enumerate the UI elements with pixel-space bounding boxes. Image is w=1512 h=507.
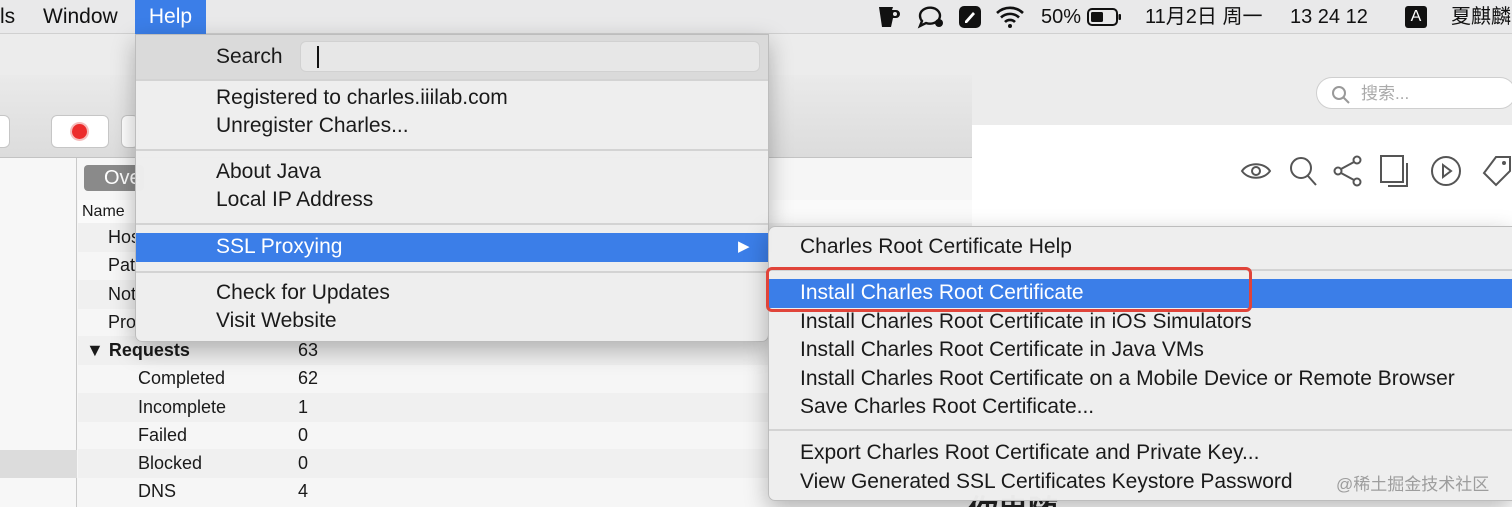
menu-item-local-ip[interactable]: Local IP Address — [136, 186, 768, 215]
battery-percent[interactable]: 50% — [1041, 0, 1081, 34]
menu-window[interactable]: Window — [43, 0, 118, 34]
tag-icon[interactable] — [1482, 155, 1512, 192]
annotation-highlight-box — [766, 267, 1252, 312]
submenu-item-root-cert-help[interactable]: Charles Root Certificate Help — [769, 233, 1512, 262]
user-name[interactable]: 夏麒麟 — [1451, 0, 1511, 34]
copy-icon[interactable] — [1380, 155, 1412, 192]
watermark: @稀土掘金技术社区 — [1336, 475, 1490, 494]
search-placeholder: 搜索... — [1361, 84, 1410, 103]
menu-item-ssl-proxying[interactable]: SSL Proxying ▶ — [136, 233, 768, 262]
help-search-row: Search — [136, 35, 768, 79]
menu-item-about-java[interactable]: About Java — [136, 158, 768, 187]
help-search-input[interactable] — [300, 41, 760, 72]
menu-separator — [136, 79, 768, 81]
menu-separator — [136, 223, 768, 225]
structure-sidebar — [0, 158, 77, 507]
clock-date[interactable]: 11月2日 周一 — [1145, 0, 1262, 34]
menu-bar: ls Window Help 50% 11月2日 周一 13 24 12 A 夏… — [0, 0, 1512, 34]
record-button[interactable] — [51, 115, 109, 148]
menu-separator — [136, 271, 768, 273]
submenu-item-install-java-vms[interactable]: Install Charles Root Certificate in Java… — [769, 336, 1512, 365]
submenu-item-save-root-cert[interactable]: Save Charles Root Certificate... — [769, 393, 1512, 422]
submenu-item-export-cert-key[interactable]: Export Charles Root Certificate and Priv… — [769, 439, 1512, 468]
share-icon[interactable] — [1333, 155, 1363, 192]
help-menu: Search Registered to charles.iiilab.com … — [135, 34, 769, 342]
input-method-badge[interactable]: A — [1405, 6, 1427, 28]
menu-item-visit-website[interactable]: Visit Website — [136, 307, 768, 336]
menu-separator — [136, 149, 768, 151]
sidebar-selected-row[interactable] — [0, 450, 77, 478]
text-caret — [317, 46, 319, 68]
eye-icon[interactable] — [1240, 160, 1272, 187]
record-icon — [72, 124, 87, 139]
menu-help[interactable]: Help — [135, 0, 206, 34]
magnifier-icon[interactable] — [1288, 155, 1318, 192]
clock-time[interactable]: 13 24 12 — [1290, 0, 1368, 34]
toolbar-button-left[interactable] — [0, 115, 10, 148]
submenu-arrow-icon: ▶ — [738, 238, 750, 255]
menu-item-ssl-proxying-label: SSL Proxying — [216, 235, 343, 258]
search-icon — [1331, 85, 1351, 110]
column-name-label: Name — [82, 203, 125, 220]
menu-separator — [769, 429, 1512, 431]
play-icon[interactable] — [1430, 155, 1462, 192]
menu-item-check-updates[interactable]: Check for Updates — [136, 279, 768, 308]
menu-tools[interactable]: ls — [0, 0, 15, 34]
search-input[interactable]: 搜索... — [1316, 77, 1512, 109]
submenu-item-install-mobile-device[interactable]: Install Charles Root Certificate on a Mo… — [769, 365, 1512, 394]
menu-item-registered[interactable]: Registered to charles.iiilab.com — [136, 84, 768, 113]
menu-item-unregister[interactable]: Unregister Charles... — [136, 112, 768, 141]
help-search-label: Search — [216, 45, 283, 68]
